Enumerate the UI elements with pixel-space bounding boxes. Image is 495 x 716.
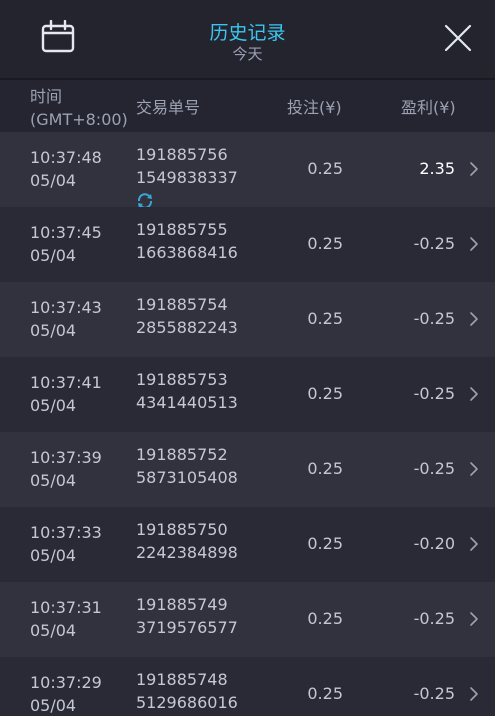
history-row[interactable]: 10:37:33 05/04 191885750 2242384898 0.25 -0.2… xyxy=(0,507,495,582)
row-stake: 0.25 xyxy=(307,534,343,553)
row-date: 05/04 xyxy=(30,171,77,190)
row-order-id-line2: 2855882243 xyxy=(136,318,238,337)
row-order-id-line2: 1549838337 xyxy=(136,168,238,187)
row-profit: -0.20 xyxy=(413,534,455,553)
row-order-id-line2: 5873105408 xyxy=(136,468,238,487)
chevron-right-icon[interactable] xyxy=(468,311,480,327)
history-row[interactable]: 10:37:43 05/04 191885754 2855882243 0.25 -0.2… xyxy=(0,282,495,357)
row-order-id-line2: 2242384898 xyxy=(136,543,238,562)
row-date: 05/04 xyxy=(30,546,77,565)
row-stake: 0.25 xyxy=(307,609,343,628)
page-title: 历史记录 xyxy=(209,22,286,44)
row-order-id-line2: 3719576577 xyxy=(136,618,238,637)
row-profit: 2.35 xyxy=(419,159,455,178)
row-order-id-line1: 191885750 xyxy=(136,520,228,539)
table-header: 时间 (GMT+8:00) 交易单号 投注(¥) 盈利(¥) xyxy=(0,80,495,132)
column-profit-label: 盈利(¥) xyxy=(401,98,456,117)
row-order-id-line1: 191885754 xyxy=(136,295,228,314)
row-profit: -0.25 xyxy=(413,459,455,478)
row-profit: -0.25 xyxy=(413,684,455,703)
column-time-label: 时间 xyxy=(30,87,63,106)
row-date: 05/04 xyxy=(30,246,77,265)
row-stake: 0.25 xyxy=(307,159,343,178)
row-date: 05/04 xyxy=(30,621,77,640)
row-order-id-line1: 191885749 xyxy=(136,595,228,614)
row-profit: -0.25 xyxy=(413,309,455,328)
history-row[interactable]: 10:37:39 05/04 191885752 5873105408 0.25 -0.2… xyxy=(0,432,495,507)
row-stake: 0.25 xyxy=(307,234,343,253)
row-time: 10:37:43 xyxy=(30,298,102,317)
row-order-id-line1: 191885752 xyxy=(136,445,228,464)
history-row[interactable]: 10:37:31 05/04 191885749 3719576577 0.25 -0.2… xyxy=(0,582,495,657)
row-order-id-line2: 1663868416 xyxy=(136,243,238,262)
chevron-right-icon[interactable] xyxy=(468,236,480,252)
history-row[interactable]: 10:37:45 05/04 191885755 1663868416 0.25 -0.2… xyxy=(0,207,495,282)
chevron-right-icon[interactable] xyxy=(468,386,480,402)
history-row[interactable]: 10:37:41 05/04 191885753 4341440513 0.25 -0.2… xyxy=(0,357,495,432)
row-order-id-line1: 191885756 xyxy=(136,145,228,164)
row-date: 05/04 xyxy=(30,396,77,415)
row-time: 10:37:31 xyxy=(30,598,102,617)
row-profit: -0.25 xyxy=(413,384,455,403)
chevron-right-icon[interactable] xyxy=(468,611,480,627)
row-stake: 0.25 xyxy=(307,309,343,328)
row-profit: -0.25 xyxy=(413,234,455,253)
row-time: 10:37:45 xyxy=(30,223,102,242)
row-order-id-line1: 191885755 xyxy=(136,220,228,239)
row-stake: 0.25 xyxy=(307,459,343,478)
chevron-right-icon[interactable] xyxy=(468,461,480,477)
history-row[interactable]: 10:37:29 05/04 191885748 5129686016 0.25 -0.2… xyxy=(0,657,495,716)
row-stake: 0.25 xyxy=(307,384,343,403)
row-order-id-line2: 5129686016 xyxy=(136,693,238,712)
history-panel: 历史记录 今天 时间 (GMT+8:00) 交易单号 投注(¥) 盈利(¥) 1… xyxy=(0,0,495,716)
row-time: 10:37:41 xyxy=(30,373,102,392)
row-time: 10:37:29 xyxy=(30,673,102,692)
close-icon[interactable] xyxy=(442,22,474,54)
row-time: 10:37:33 xyxy=(30,523,102,542)
history-list: 10:37:48 05/04 191885756 1549838337 0.25 2.35… xyxy=(0,132,495,716)
chevron-right-icon[interactable] xyxy=(468,161,480,177)
column-order-id-label: 交易单号 xyxy=(136,98,201,117)
row-time: 10:37:48 xyxy=(30,148,102,167)
row-date: 05/04 xyxy=(30,471,77,490)
row-date: 05/04 xyxy=(30,321,77,340)
history-row[interactable]: 10:37:48 05/04 191885756 1549838337 0.25 2.35 xyxy=(0,132,495,209)
header: 历史记录 今天 xyxy=(0,0,495,78)
row-stake: 0.25 xyxy=(307,684,343,703)
row-profit: -0.25 xyxy=(413,609,455,628)
row-order-id-line2: 4341440513 xyxy=(136,393,238,412)
row-time: 10:37:39 xyxy=(30,448,102,467)
row-order-id-line1: 191885748 xyxy=(136,670,228,689)
column-time-zone-label: (GMT+8:00) xyxy=(30,110,128,129)
chevron-right-icon[interactable] xyxy=(468,536,480,552)
row-order-id-line1: 191885753 xyxy=(136,370,228,389)
row-date: 05/04 xyxy=(30,696,77,715)
chevron-right-icon[interactable] xyxy=(468,686,480,702)
column-stake-label: 投注(¥) xyxy=(287,98,342,117)
page-subtitle: 今天 xyxy=(232,45,263,63)
